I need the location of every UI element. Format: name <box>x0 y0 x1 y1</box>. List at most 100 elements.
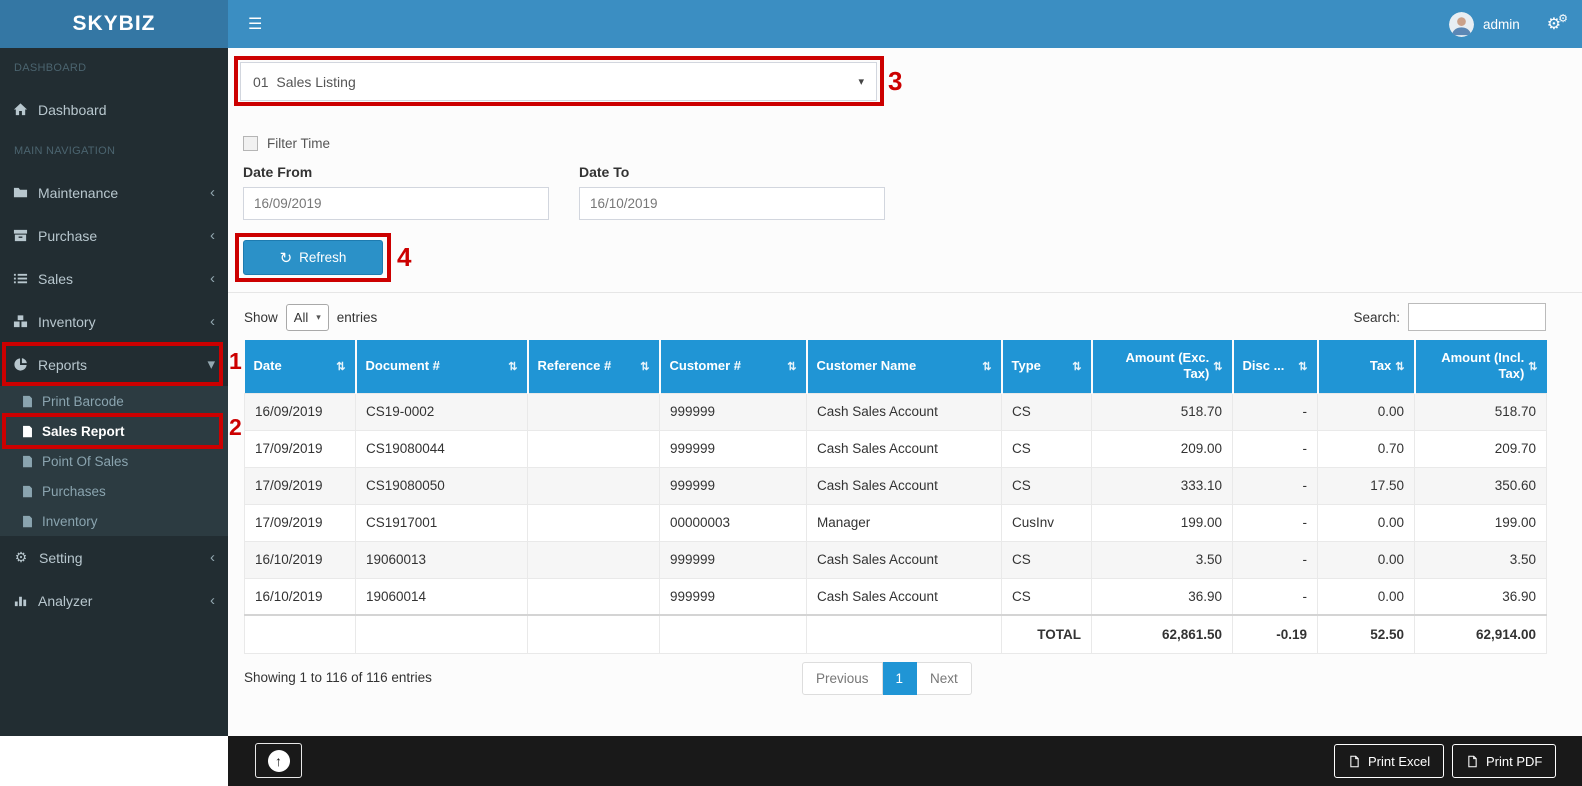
cell-document: CS19080044 <box>356 430 528 467</box>
column-header-document[interactable]: Document #⇅ <box>356 340 528 393</box>
search-control: Search: <box>1353 303 1546 331</box>
cell-type: CS <box>1002 541 1092 578</box>
sort-icon: ⇅ <box>1213 360 1222 373</box>
column-header-tax[interactable]: Tax⇅ <box>1318 340 1415 393</box>
submenu-item-label: Inventory <box>42 514 98 529</box>
sidebar-item-label: Inventory <box>38 314 96 330</box>
submenu-item-label: Sales Report <box>42 424 125 439</box>
cell-amount-incl: 199.00 <box>1415 504 1547 541</box>
cell-disc: - <box>1233 467 1318 504</box>
column-header-disc[interactable]: Disc ...⇅ <box>1233 340 1318 393</box>
column-header-reference[interactable]: Reference #⇅ <box>528 340 660 393</box>
date-from-label: Date From <box>243 164 312 180</box>
sidebar-section-dashboard: DASHBOARD <box>0 48 228 88</box>
submenu-item-purchases[interactable]: Purchases <box>0 476 228 506</box>
user-menu[interactable]: admin ⚙ ⚙ <box>1449 12 1568 37</box>
brand-logo[interactable]: SKYBIZ <box>0 0 228 48</box>
column-header-amount-exc-tax[interactable]: Amount (Exc. Tax)⇅ <box>1092 340 1233 393</box>
sidebar-item-maintenance[interactable]: Maintenance ‹ <box>0 171 228 214</box>
print-pdf-button[interactable]: Print PDF <box>1452 744 1556 778</box>
submenu-item-inventory[interactable]: Inventory <box>0 506 228 536</box>
search-label: Search: <box>1353 310 1400 325</box>
cell-amount-exc: 518.70 <box>1092 393 1233 430</box>
cell-type: CS <box>1002 393 1092 430</box>
show-label: Show <box>244 310 278 325</box>
hamburger-icon[interactable]: ☰ <box>242 12 268 36</box>
cell-amount-exc: 333.10 <box>1092 467 1233 504</box>
file-icon <box>22 395 33 408</box>
arrow-up-icon: ↑ <box>268 750 290 772</box>
chevron-left-icon: ‹ <box>210 593 215 608</box>
refresh-button[interactable]: ↻ Refresh <box>243 240 383 275</box>
total-empty-cell <box>807 615 1002 653</box>
table-row: 16/09/2019 CS19-0002 999999 Cash Sales A… <box>245 393 1547 430</box>
sort-icon: ⇅ <box>336 360 345 373</box>
avatar[interactable] <box>1449 12 1474 37</box>
sidebar-item-label: Maintenance <box>38 185 118 201</box>
chevron-left-icon: ‹ <box>210 314 215 329</box>
page-number-button[interactable]: 1 <box>883 662 918 695</box>
column-header-type[interactable]: Type⇅ <box>1002 340 1092 393</box>
table-row: 17/09/2019 CS19080044 999999 Cash Sales … <box>245 430 1547 467</box>
submenu-item-print-barcode[interactable]: Print Barcode <box>0 386 228 416</box>
chevron-left-icon: ‹ <box>210 228 215 243</box>
total-amount-exc: 62,861.50 <box>1092 615 1233 653</box>
table-row: 16/10/2019 19060013 999999 Cash Sales Ac… <box>245 541 1547 578</box>
cell-reference <box>528 430 660 467</box>
refresh-icon: ↻ <box>280 249 293 267</box>
sidebar-item-inventory[interactable]: Inventory ‹ <box>0 300 228 343</box>
entries-count-select[interactable]: All ▾ <box>286 304 329 331</box>
sidebar-item-dashboard[interactable]: Dashboard <box>0 88 228 131</box>
cell-type: CS <box>1002 578 1092 615</box>
cell-document: 19060013 <box>356 541 528 578</box>
cell-reference <box>528 578 660 615</box>
submenu-item-label: Point Of Sales <box>42 454 128 469</box>
table-header-row: Date⇅ Document #⇅ Reference #⇅ Customer … <box>245 340 1547 393</box>
column-header-date[interactable]: Date⇅ <box>245 340 356 393</box>
column-header-amount-incl-tax[interactable]: Amount (Incl. Tax)⇅ <box>1415 340 1547 393</box>
column-header-customer-number[interactable]: Customer #⇅ <box>660 340 807 393</box>
report-type-value: 01 Sales Listing <box>253 74 356 90</box>
report-type-select[interactable]: 01 Sales Listing ▾ <box>240 62 877 101</box>
submenu-item-sales-report[interactable]: Sales Report <box>0 416 228 446</box>
settings-cogs-icon[interactable]: ⚙ ⚙ <box>1547 14 1568 34</box>
entries-count-value: All <box>294 310 308 325</box>
print-excel-label: Print Excel <box>1368 754 1430 769</box>
sidebar-item-sales[interactable]: Sales ‹ <box>0 257 228 300</box>
bar-chart-icon <box>13 593 28 608</box>
cell-amount-exc: 209.00 <box>1092 430 1233 467</box>
excel-file-icon <box>1348 754 1361 769</box>
reports-submenu: Print Barcode Sales Report Point Of Sale… <box>0 386 228 536</box>
filter-time-group: Filter Time <box>243 136 330 151</box>
sidebar-item-label: Reports <box>38 357 87 373</box>
cell-type: CS <box>1002 467 1092 504</box>
date-from-input[interactable] <box>243 187 549 220</box>
cell-amount-incl: 518.70 <box>1415 393 1547 430</box>
sidebar-item-purchase[interactable]: Purchase ‹ <box>0 214 228 257</box>
cell-date: 16/10/2019 <box>245 541 356 578</box>
next-page-button[interactable]: Next <box>917 662 972 695</box>
previous-page-button[interactable]: Previous <box>802 662 883 695</box>
column-header-customer-name[interactable]: Customer Name⇅ <box>807 340 1002 393</box>
sidebar-item-analyzer[interactable]: Analyzer ‹ <box>0 579 228 622</box>
submenu-item-point-of-sales[interactable]: Point Of Sales <box>0 446 228 476</box>
sort-icon: ⇅ <box>982 360 991 373</box>
cell-amount-incl: 209.70 <box>1415 430 1547 467</box>
table-total-row: TOTAL 62,861.50 -0.19 52.50 62,914.00 <box>245 615 1547 653</box>
sidebar-item-reports[interactable]: Reports ▾ <box>0 343 228 386</box>
cell-reference <box>528 467 660 504</box>
date-to-input[interactable] <box>579 187 885 220</box>
scroll-to-top-button[interactable]: ↑ <box>255 743 302 778</box>
sidebar: DASHBOARD Dashboard MAIN NAVIGATION Main… <box>0 48 228 736</box>
search-input[interactable] <box>1408 303 1546 331</box>
top-bar: SKYBIZ ☰ admin ⚙ ⚙ <box>0 0 1582 48</box>
pagination: Previous 1 Next <box>802 662 972 695</box>
total-empty-cell <box>660 615 807 653</box>
print-excel-button[interactable]: Print Excel <box>1334 744 1444 778</box>
sidebar-item-setting[interactable]: ⚙ Setting ‹ <box>0 536 228 579</box>
filter-time-checkbox[interactable] <box>243 136 258 151</box>
cell-date: 16/09/2019 <box>245 393 356 430</box>
cell-tax: 0.00 <box>1318 541 1415 578</box>
sidebar-item-label: Analyzer <box>38 593 92 609</box>
bottom-bar: ↑ Print Excel Print PDF <box>228 736 1582 786</box>
